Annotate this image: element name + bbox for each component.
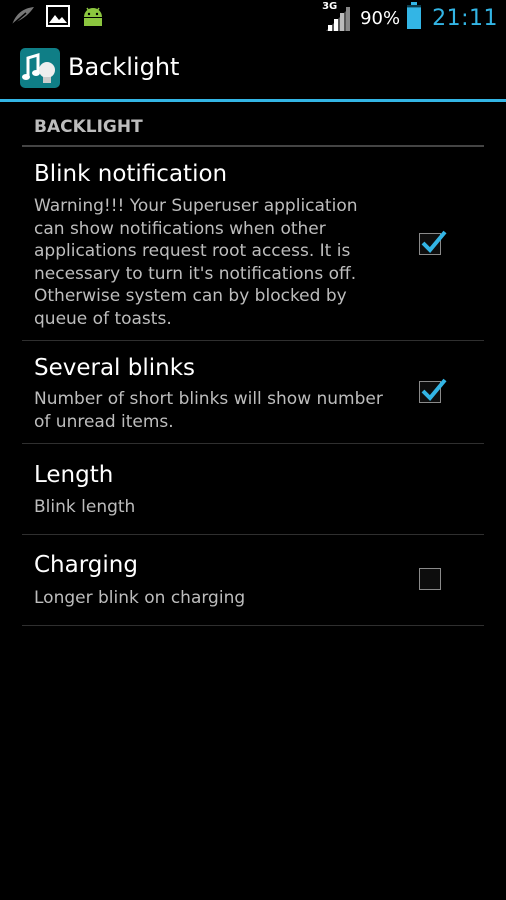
pref-summary: Number of short blinks will show number … [34,389,383,432]
pref-title: Blink notification [34,161,228,187]
page-title: Backlight [68,53,180,81]
battery-percent: 90% [360,7,401,29]
pref-summary: Blink length [34,497,136,517]
pref-title: Several blinks [34,355,196,381]
pref-title: Length [34,462,114,488]
image-icon [46,5,70,31]
pref-charging[interactable]: Charging Longer blink on charging [22,535,484,626]
pref-length[interactable]: Length Blink length [22,444,484,535]
feather-icon [10,5,36,31]
clock: 21:11 [432,5,498,31]
action-bar: Backlight [0,36,506,100]
android-icon [80,5,106,31]
battery-icon [406,2,422,34]
action-bar-divider [0,99,506,102]
signal-icon: 3G [322,1,354,33]
checkbox-several-blinks[interactable] [419,378,447,403]
checkbox-blink-notification[interactable] [419,230,447,255]
check-icon [421,378,447,401]
pref-title: Charging [34,552,138,578]
pref-divider [22,625,484,626]
pref-several-blinks[interactable]: Several blinks Number of short blinks wi… [22,341,484,444]
network-type-label: 3G [322,1,338,12]
check-icon [421,230,447,253]
section-header: BACKLIGHT [34,117,143,137]
pref-blink-notification[interactable]: Blink notification Warning!!! Your Super… [22,147,484,341]
system-status: 3G 90% 21:11 [322,1,498,34]
pref-summary: Longer blink on charging [34,588,246,608]
checkbox-charging[interactable] [419,568,441,590]
music-lightbulb-icon[interactable] [20,48,60,88]
pref-summary: Warning!!! Your Superuser application ca… [34,196,358,329]
status-bar: 3G 90% 21:11 [0,0,506,36]
notification-icons [10,5,106,31]
